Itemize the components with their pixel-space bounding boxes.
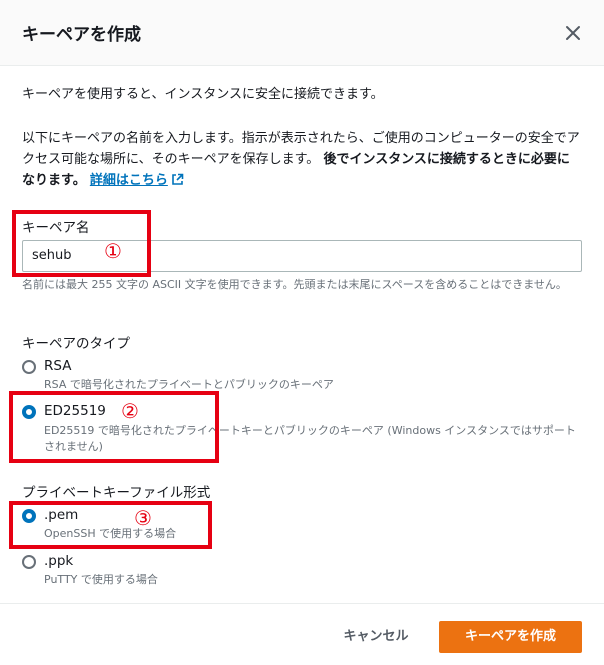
annotation-number-2: ② [121,399,139,423]
radio-ppk[interactable] [22,555,36,569]
close-button[interactable] [562,22,584,44]
intro-text: キーペアを使用すると、インスタンスに安全に接続できます。 [22,87,384,102]
create-key-pair-dialog: キーペアを作成 キーペアを使用すると、インスタンスに安全に接続できます。 以下に… [0,0,604,665]
key-format-label: プライベートキーファイル形式 [22,485,211,501]
dialog-header: キーペアを作成 [0,0,604,66]
close-icon [566,26,580,40]
annotation-number-1: ① [104,239,122,263]
key-type-label: キーペアのタイプ [22,336,130,352]
radio-rsa[interactable] [22,360,36,374]
footer-divider [0,603,604,604]
option-ppk-description: PuTTY で使用する場合 [44,573,158,586]
learn-more-label: 詳細はこちら [89,173,168,188]
key-name-hint: 名前には最大 255 文字の ASCII 文字を使用できます。先頭または末尾にス… [22,278,567,291]
option-rsa-label: RSA [44,358,72,374]
option-ppk-label: .ppk [44,553,74,569]
learn-more-link[interactable]: 詳細はこちら [90,173,184,188]
cancel-button[interactable]: キャンセル [328,622,424,652]
dialog-title: キーペアを作成 [22,25,141,45]
annotation-box-2 [9,391,219,463]
annotation-box-1 [12,210,151,277]
annotation-box-3 [9,501,212,549]
create-key-pair-button[interactable]: キーペアを作成 [439,621,582,653]
instructions-text: 以下にキーペアの名前を入力します。指示が表示されたら、ご使用のコンピューターの安… [22,128,582,191]
annotation-number-3: ③ [134,506,152,530]
external-link-icon [172,173,184,185]
